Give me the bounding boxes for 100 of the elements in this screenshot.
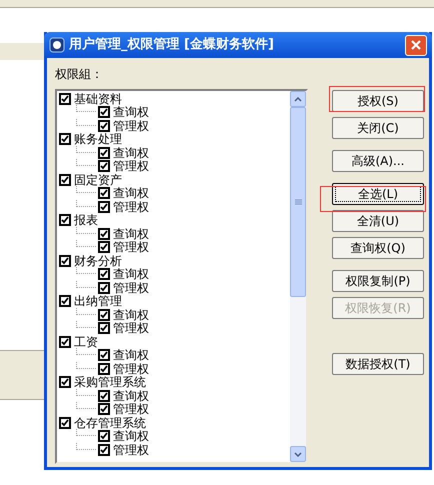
app-icon	[49, 37, 65, 53]
checkbox[interactable]	[98, 268, 110, 280]
tree-item-label: 报表	[74, 214, 98, 226]
tree-item-label: 管理权	[113, 200, 149, 213]
tree-item[interactable]: 工资	[59, 335, 290, 348]
checkbox[interactable]	[98, 187, 110, 200]
checkbox[interactable]	[59, 254, 71, 267]
grip-icon	[294, 198, 302, 206]
tree-item[interactable]: 出纳管理	[59, 294, 290, 308]
tree-item[interactable]: 管理权	[59, 402, 290, 416]
checkbox[interactable]	[59, 92, 71, 105]
checkbox[interactable]	[98, 228, 110, 240]
scrollbar[interactable]	[290, 91, 306, 462]
tree-item-label: 管理权	[113, 160, 149, 172]
dialog-button[interactable]: 查询权(Q)	[332, 237, 424, 259]
checkbox[interactable]	[59, 336, 71, 348]
checkbox[interactable]	[98, 200, 110, 213]
close-icon	[410, 39, 422, 51]
checkbox[interactable]	[59, 376, 71, 388]
tree-connector	[76, 240, 96, 248]
tree-item-label: 管理权	[113, 120, 149, 132]
checkbox[interactable]	[98, 349, 110, 362]
tree-item[interactable]: 查询权	[59, 348, 290, 362]
tree-item[interactable]: 报表	[59, 214, 290, 227]
tree-item-label: 管理权	[113, 282, 149, 294]
tree-item-label: 管理权	[113, 362, 149, 375]
tree-connector	[76, 388, 96, 396]
window-title: 用户管理_权限管理 [金蝶财务软件]	[69, 36, 274, 54]
tree-item[interactable]: 查询权	[59, 186, 290, 200]
tree-item[interactable]: 查询权	[59, 389, 290, 402]
tree-item[interactable]: 管理权	[59, 362, 290, 376]
tree-item-label: 管理权	[113, 322, 149, 334]
tree-connector	[76, 348, 96, 356]
tree-connector	[76, 226, 96, 234]
tree-item-label: 查询权	[113, 390, 149, 402]
tree-item[interactable]: 查询权	[59, 268, 290, 281]
tree-item[interactable]: 管理权	[59, 322, 290, 335]
tree-item[interactable]: 账务处理	[59, 132, 290, 146]
tree-item-label: 固定资产	[74, 174, 122, 186]
dialog-button[interactable]: 全选(L)	[332, 183, 424, 205]
checkbox[interactable]	[59, 295, 71, 308]
tree-item[interactable]: 管理权	[59, 281, 290, 294]
tree-item[interactable]: 查询权	[59, 308, 290, 322]
tree-item[interactable]: 管理权	[59, 443, 290, 456]
checkbox[interactable]	[98, 403, 110, 416]
scroll-thumb[interactable]	[290, 107, 306, 297]
tree-connector	[76, 362, 96, 369]
tree-item-label: 采购管理系统	[74, 376, 146, 388]
checkbox[interactable]	[98, 241, 110, 254]
tree-connector	[76, 402, 96, 410]
checkbox[interactable]	[98, 444, 110, 456]
checkbox[interactable]	[98, 282, 110, 294]
tree-connector	[76, 442, 96, 450]
tree-item[interactable]: 查询权	[59, 227, 290, 240]
tree-item-label: 仓存管理系统	[74, 416, 146, 429]
tree-item[interactable]: 财务分析	[59, 254, 290, 268]
tree-item-label: 财务分析	[74, 254, 122, 267]
checkbox[interactable]	[98, 362, 110, 375]
dialog-button[interactable]: 高级(A)...	[332, 150, 424, 172]
dialog-button[interactable]: 关闭(C)	[332, 117, 424, 139]
tree-item[interactable]: 管理权	[59, 240, 290, 254]
checkbox[interactable]	[59, 174, 71, 186]
checkbox[interactable]	[59, 416, 71, 429]
tree-connector	[76, 159, 96, 166]
tree-item-label: 查询权	[113, 349, 149, 362]
tree-item-label: 工资	[74, 336, 98, 348]
tree-item[interactable]: 管理权	[59, 160, 290, 173]
checkbox[interactable]	[98, 322, 110, 334]
tree-item[interactable]: 管理权	[59, 200, 290, 214]
checkbox[interactable]	[98, 120, 110, 132]
checkbox[interactable]	[98, 430, 110, 442]
checkbox[interactable]	[98, 390, 110, 402]
tree-connector	[76, 200, 96, 207]
tree-item[interactable]: 查询权	[59, 146, 290, 160]
checkbox[interactable]	[98, 106, 110, 118]
tree-item[interactable]: 管理权	[59, 119, 290, 132]
tree-item[interactable]: 固定资产	[59, 173, 290, 186]
tree-connector	[76, 280, 96, 288]
tree-item-label: 管理权	[113, 403, 149, 416]
tree-item[interactable]: 仓存管理系统	[59, 416, 290, 430]
close-button[interactable]	[405, 34, 427, 56]
dialog-button[interactable]: 授权(S)	[332, 90, 424, 112]
tree-item[interactable]: 查询权	[59, 430, 290, 443]
scroll-up-button[interactable]	[290, 91, 306, 107]
checkbox[interactable]	[59, 214, 71, 226]
checkbox[interactable]	[98, 308, 110, 321]
checkbox[interactable]	[98, 146, 110, 159]
dialog-button[interactable]: 全清(U)	[332, 210, 424, 232]
tree-item-label: 查询权	[113, 146, 149, 159]
tree-item[interactable]: 查询权	[59, 106, 290, 119]
checkbox[interactable]	[98, 160, 110, 172]
tree-item-label: 查询权	[113, 268, 149, 280]
dialog-button[interactable]: 数据授权(T)	[332, 353, 424, 375]
checkbox[interactable]	[59, 133, 71, 146]
scroll-down-button[interactable]	[290, 446, 306, 462]
tree-item[interactable]: 基础资料	[59, 92, 290, 106]
tree-connector	[76, 321, 96, 328]
tree-connector	[76, 267, 96, 274]
dialog-button[interactable]: 权限复制(P)	[332, 270, 424, 292]
tree-item[interactable]: 采购管理系统	[59, 376, 290, 389]
